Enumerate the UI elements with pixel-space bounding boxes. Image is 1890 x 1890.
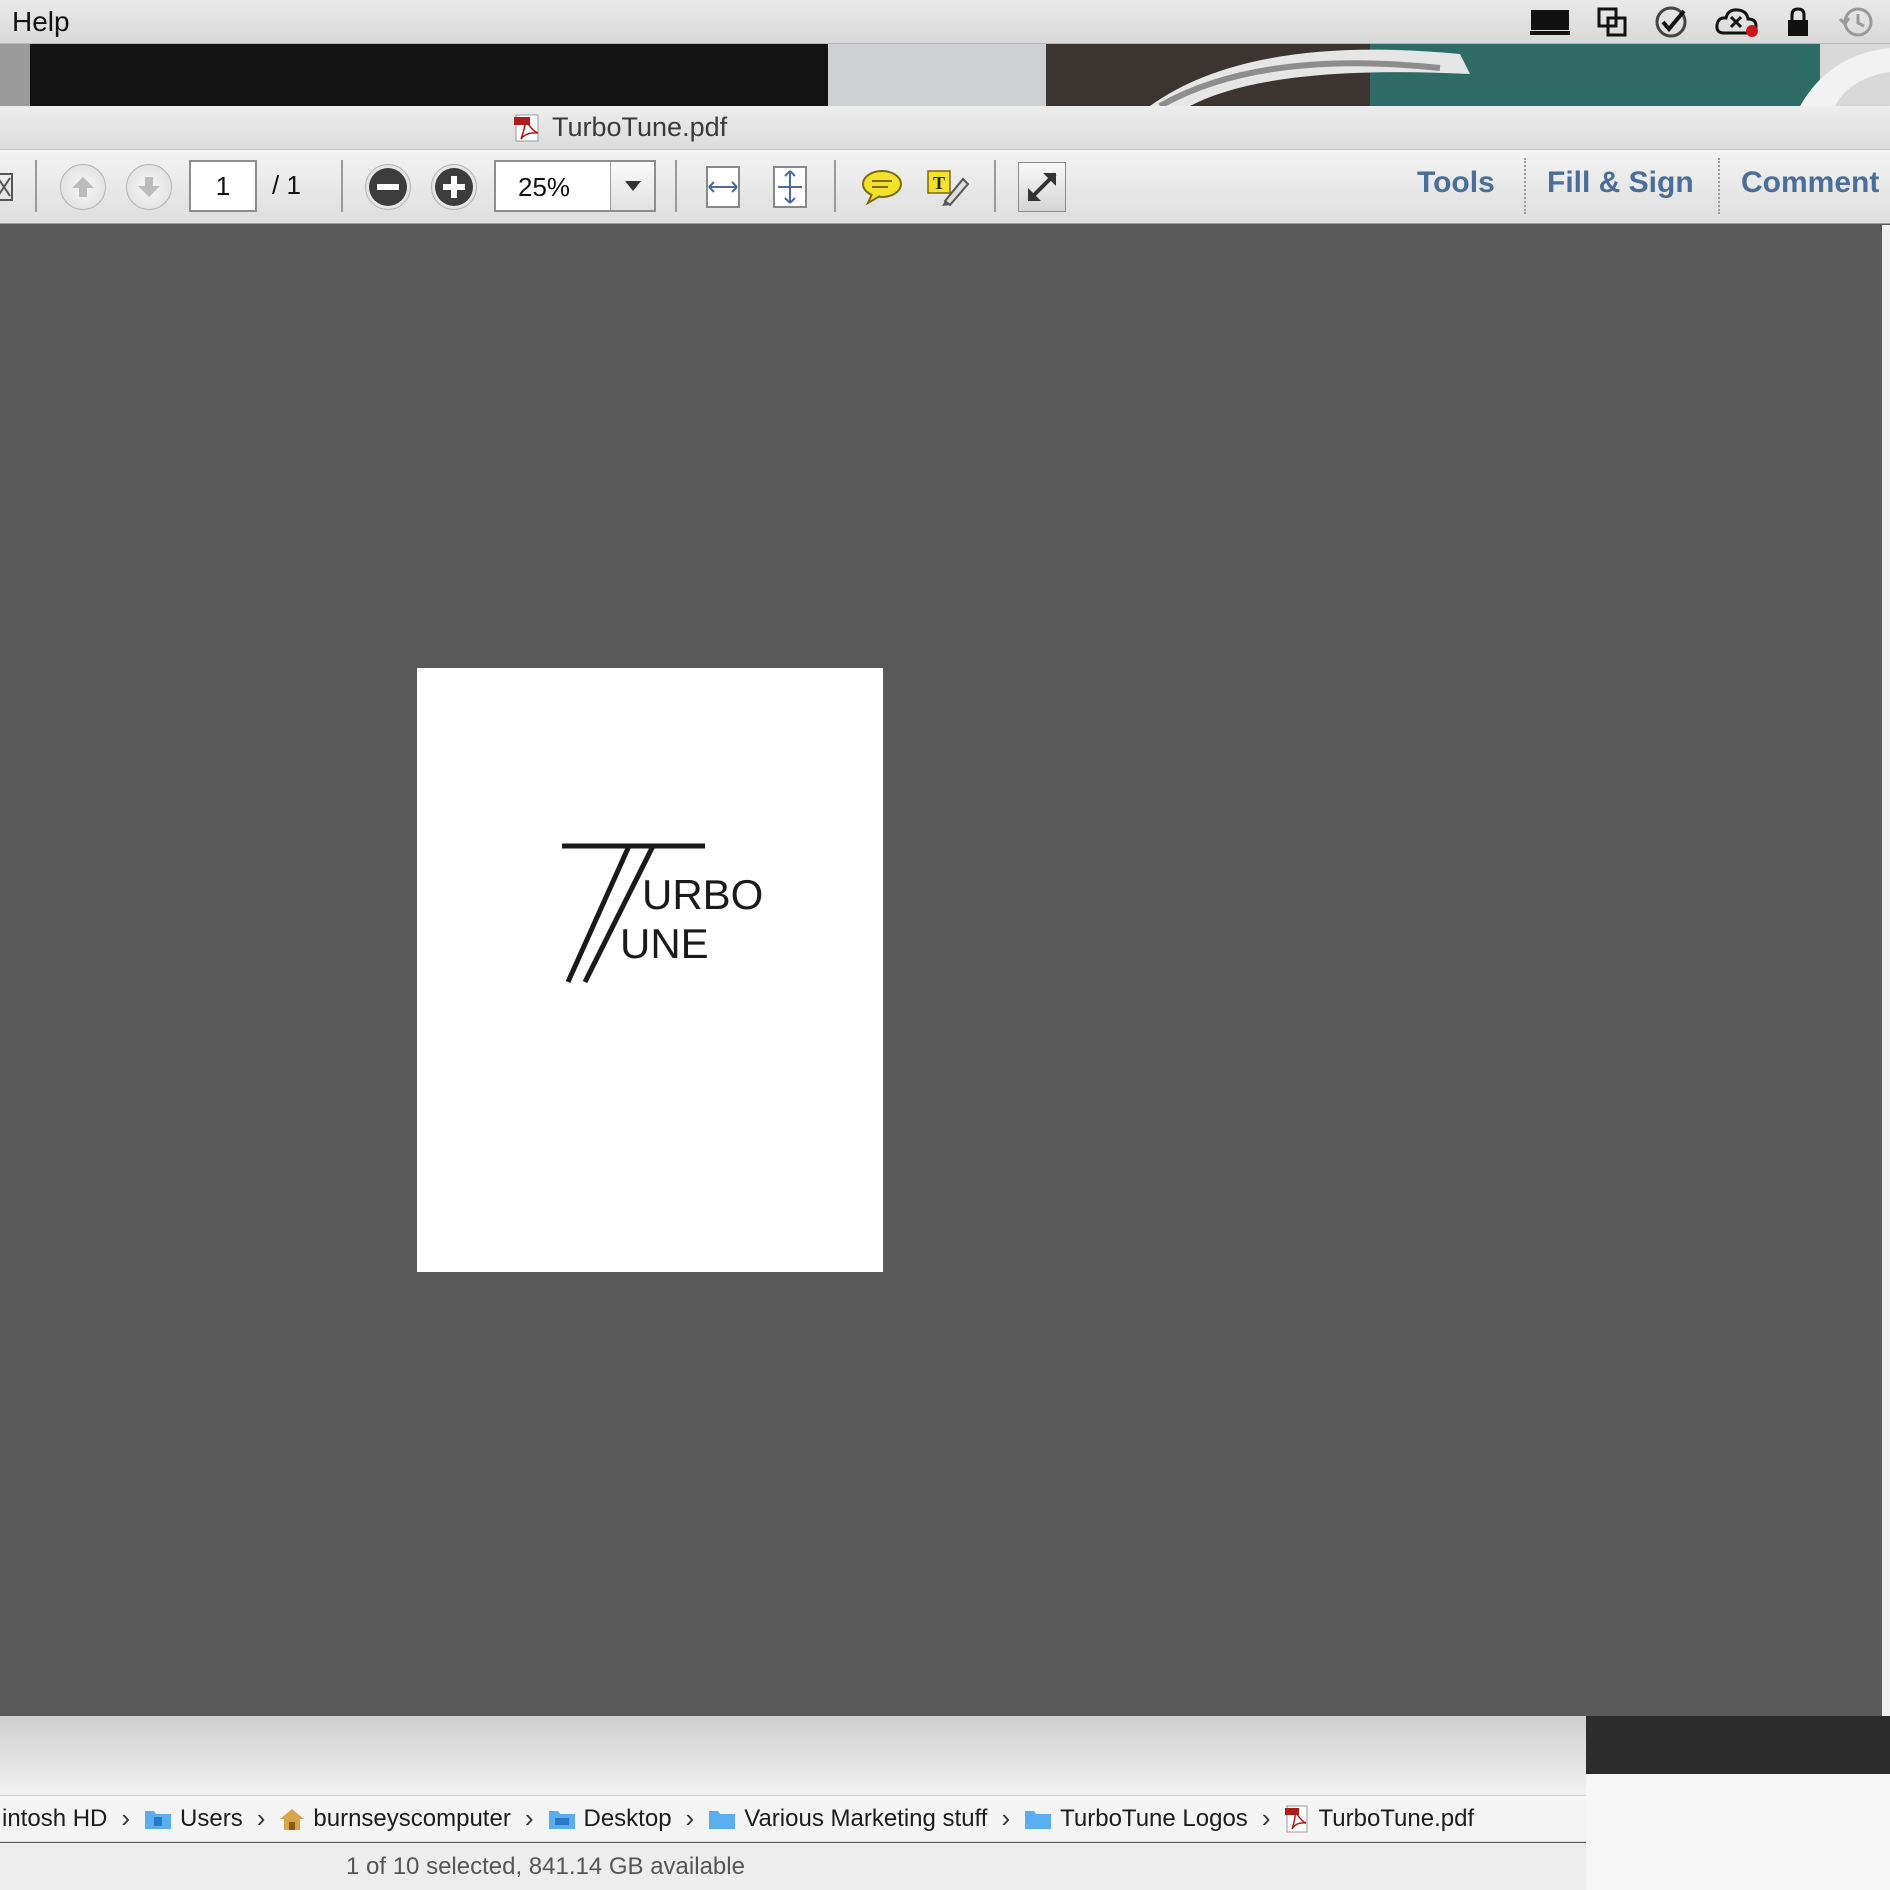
time-machine-icon[interactable] [1836,5,1876,39]
fit-width-button[interactable] [698,162,748,212]
menu-bar: Help [0,0,1890,44]
path-item-users[interactable]: Users [144,1805,243,1833]
zoom-level-value: 25% [518,172,571,202]
path-item-logos[interactable]: TurboTune Logos [1024,1805,1248,1833]
zoom-in-button[interactable] [431,164,477,210]
scrollbar-edge[interactable] [1882,225,1890,1716]
arrow-up-icon [72,177,94,197]
desktop-wallpaper [0,44,1890,106]
finder-path-bar: intosh HD › Users › burnseyscomputer › D… [0,1796,1586,1842]
turbotune-logo: URBO UNE [562,843,763,984]
fit-page-button[interactable] [765,162,815,212]
folder-icon [145,1810,172,1829]
finder-window-header [0,1716,1586,1796]
status-tray [1530,0,1876,44]
zoom-dropdown-button[interactable] [610,162,654,210]
tab-comment[interactable]: Comment [1741,166,1879,200]
path-item-label: TurboTune.pdf [1318,1804,1475,1832]
chevron-right-icon: › [524,1803,534,1833]
display-icon[interactable] [1530,8,1570,36]
toolbar-separator [834,160,836,212]
path-item-label: burnseyscomputer [313,1804,511,1832]
tab-tools[interactable]: Tools [1417,166,1495,200]
finder-status-bar: 1 of 10 selected, 841.14 GB available [0,1843,1586,1890]
chevron-right-icon: › [685,1803,695,1833]
minus-icon [369,168,407,206]
folder-icon [709,1810,736,1829]
path-item-label: Various Marketing stuff [744,1804,988,1832]
chevron-right-icon: › [121,1803,131,1833]
tab-fill-sign[interactable]: Fill & Sign [1547,166,1694,200]
next-page-button[interactable] [126,164,172,210]
window-title: TurboTune.pdf [512,112,727,143]
chevron-right-icon: › [256,1803,266,1833]
chevron-right-icon: › [1261,1803,1271,1833]
home-icon [280,1808,305,1830]
path-item-home[interactable]: burnseyscomputer [279,1804,511,1833]
finder-status-text: 1 of 10 selected, 841.14 GB available [346,1853,745,1880]
window-title-text: TurboTune.pdf [552,112,728,142]
close-panel-icon[interactable] [0,172,14,202]
highlight-text-icon: T [927,170,970,207]
zoom-level-select[interactable]: 25% [494,160,656,212]
cloud-error-icon[interactable] [1714,5,1760,39]
background-window-strip [1586,1716,1890,1774]
highlight-text-button[interactable]: T [923,162,973,212]
logo-text-bottom: UNE [620,920,709,967]
toolbar-separator [994,160,996,212]
chevron-right-icon: › [1001,1803,1011,1833]
full-screen-button[interactable] [1018,162,1066,212]
folder-icon [1025,1810,1052,1829]
path-item-label: TurboTune Logos [1060,1804,1248,1832]
zoom-out-button[interactable] [365,164,411,210]
plus-icon [435,168,473,206]
speech-bubble-icon [862,170,902,206]
pdf-toolbar: 1 / 1 25% T Tools Fill & Sign Comment [0,150,1890,224]
tab-separator [1524,158,1526,214]
arrow-down-icon [138,177,160,197]
path-item-file[interactable]: TurboTune.pdf [1284,1805,1474,1833]
tab-separator [1718,158,1720,214]
fit-width-icon [706,166,740,208]
document-view[interactable] [0,225,1882,1716]
pdf-file-icon [514,114,539,141]
path-item-label: Desktop [583,1804,672,1832]
folder-icon [548,1810,575,1829]
logo-text-top: URBO [642,871,763,918]
fit-page-icon [773,166,807,208]
check-icon[interactable] [1654,5,1688,39]
previous-page-button[interactable] [60,164,106,210]
lock-icon[interactable] [1786,6,1810,38]
window-switch-icon[interactable] [1596,6,1628,38]
page-total: / 1 [272,170,301,200]
path-item-marketing[interactable]: Various Marketing stuff [708,1805,987,1833]
page-number-input[interactable]: 1 [189,160,257,212]
path-item-label: Users [180,1804,243,1832]
path-item-drive[interactable]: intosh HD [2,1805,107,1833]
add-comment-button[interactable] [857,162,907,212]
toolbar-separator [341,160,343,212]
chevron-down-icon [624,181,641,191]
background-window-strip [1586,1774,1890,1890]
menu-help[interactable]: Help [12,6,70,38]
path-item-label: intosh HD [2,1804,108,1832]
path-item-desktop[interactable]: Desktop [548,1805,672,1833]
expand-icon [1027,172,1057,202]
pdf-file-icon [1285,1805,1308,1832]
toolbar-separator [35,160,37,212]
window-title-bar: TurboTune.pdf [0,106,1890,150]
svg-text:T: T [933,173,945,193]
toolbar-separator [675,160,677,212]
pdf-page[interactable]: URBO UNE [417,668,883,1272]
